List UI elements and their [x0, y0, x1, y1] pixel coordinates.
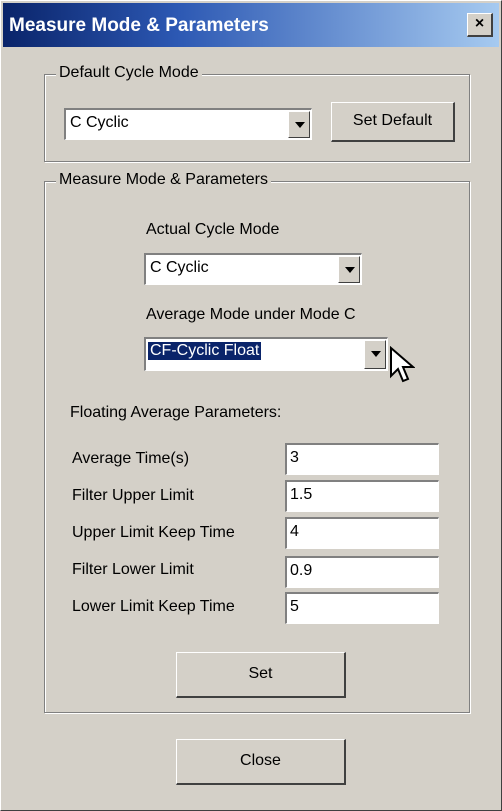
- title-bar[interactable]: Measure Mode & Parameters ×: [3, 3, 499, 47]
- default-cycle-group-label: Default Cycle Mode: [56, 64, 202, 82]
- chevron-down-icon[interactable]: [338, 256, 360, 283]
- lower-limit-keep-time-label: Lower Limit Keep Time: [72, 598, 235, 615]
- default-cycle-mode-select[interactable]: C Cyclic: [64, 108, 312, 140]
- default-cycle-mode-value: C Cyclic: [70, 114, 129, 131]
- upper-limit-keep-time-label: Upper Limit Keep Time: [72, 524, 235, 541]
- filter-lower-limit-label: Filter Lower Limit: [72, 561, 194, 578]
- close-button[interactable]: Close: [176, 739, 346, 785]
- set-button[interactable]: Set: [176, 652, 346, 698]
- average-time-field[interactable]: 3: [285, 443, 439, 475]
- chevron-down-icon[interactable]: [288, 111, 310, 138]
- actual-cycle-mode-select[interactable]: C Cyclic: [144, 253, 362, 285]
- average-time-label: Average Time(s): [72, 450, 190, 467]
- lower-limit-keep-time-field[interactable]: 5: [285, 592, 439, 624]
- mouse-pointer-icon: [390, 346, 415, 383]
- floating-params-label: Floating Average Parameters:: [70, 404, 282, 421]
- window-title: Measure Mode & Parameters: [9, 15, 269, 36]
- average-mode-select[interactable]: CF-Cyclic Float: [144, 337, 388, 371]
- dialog-window: Measure Mode & Parameters × Default Cycl…: [0, 0, 502, 811]
- set-default-button[interactable]: Set Default: [331, 102, 455, 142]
- filter-lower-limit-field[interactable]: 0.9: [285, 556, 439, 588]
- chevron-down-icon[interactable]: [364, 340, 386, 369]
- actual-cycle-mode-value: C Cyclic: [150, 259, 209, 276]
- filter-upper-limit-field[interactable]: 1.5: [285, 480, 439, 512]
- actual-cycle-mode-label: Actual Cycle Mode: [146, 221, 280, 238]
- upper-limit-keep-time-field[interactable]: 4: [285, 517, 439, 549]
- measure-params-group-label: Measure Mode & Parameters: [56, 171, 271, 189]
- average-mode-value: CF-Cyclic Float: [148, 342, 262, 360]
- close-icon[interactable]: ×: [467, 13, 493, 37]
- filter-upper-limit-label: Filter Upper Limit: [72, 487, 194, 504]
- average-mode-label: Average Mode under Mode C: [146, 306, 356, 323]
